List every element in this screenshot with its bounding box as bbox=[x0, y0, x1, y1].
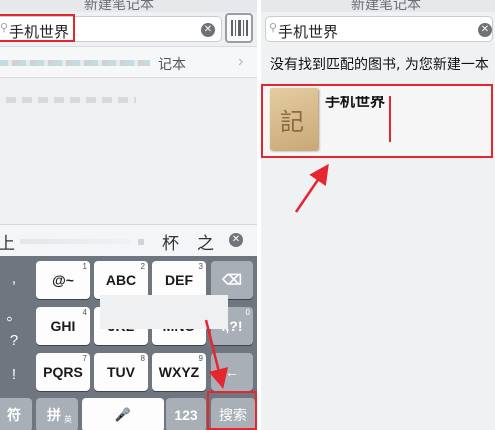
screenshot-root: 新建笔记本 ⚲ 手机世界 ✕ 记本 › 上 杯 之 ✕ , 。 ? ! @~ 1… bbox=[0, 0, 495, 430]
arrow-to-search-key bbox=[204, 319, 229, 389]
annotation-arrows bbox=[204, 163, 329, 389]
arrow-to-new-book bbox=[294, 163, 329, 213]
